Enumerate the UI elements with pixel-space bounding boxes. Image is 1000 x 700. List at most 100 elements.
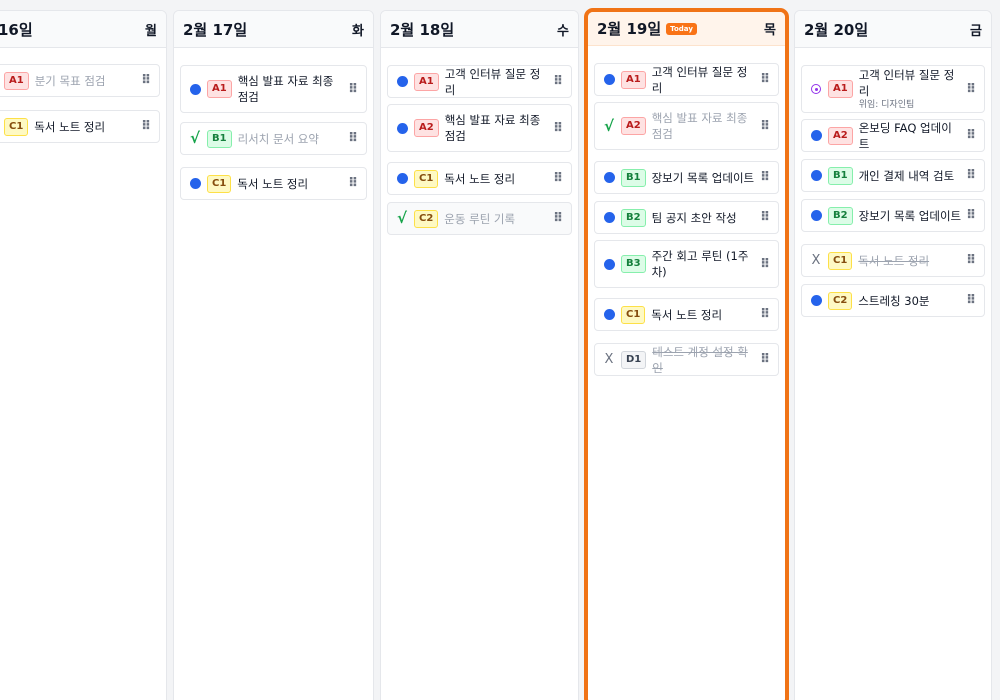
drag-handle-icon[interactable]: ⠿ [553,122,563,135]
day-header: 16일 월 [0,11,166,48]
task-title: 운동 루틴 기록 [444,211,549,227]
status-mark[interactable] [603,172,615,183]
drag-handle-icon[interactable]: ⠿ [966,254,976,267]
task-title: 핵심 발표 자료 최종 점검 [652,110,756,142]
status-mark[interactable]: √ [396,211,408,226]
day-header: 2월 19일 Today 목 [588,12,785,46]
drag-handle-icon[interactable]: ⠿ [553,172,563,185]
day-of-week: 수 [557,23,569,39]
task-title-text: 온보딩 FAQ 업데이트 [858,120,952,151]
drag-handle-icon[interactable]: ⠿ [760,211,770,224]
status-mark[interactable] [603,74,615,85]
day-of-week: 화 [352,23,364,39]
drag-handle-icon[interactable]: ⠿ [966,169,976,182]
status-mark[interactable] [189,178,201,189]
task-card[interactable]: C1 독서 노트 정리 ⠿ [0,110,160,143]
task-card[interactable]: √ C2 운동 루틴 기록 ⠿ [387,202,572,235]
task-card[interactable]: X D1 테스트 계정 설정 확인 ⠿ [594,343,779,376]
status-dot-icon [396,173,408,184]
task-card[interactable]: C1 독서 노트 정리 ⠿ [594,298,779,331]
day-of-week: 금 [970,23,982,39]
task-card[interactable]: A1 고객 인터뷰 질문 정리 위임: 디자인팀 ⠿ [801,65,985,113]
drag-handle-icon[interactable]: ⠿ [553,212,563,225]
priority-tag: A1 [207,80,232,98]
check-icon: √ [189,129,200,147]
status-dot-icon [603,74,615,85]
day-column: 16일 월 A1 분기 목표 점검 ⠿ C1 독서 노트 정리 ⠿ [0,10,167,700]
drag-handle-icon[interactable]: ⠿ [760,308,770,321]
status-mark[interactable]: X [810,254,822,267]
status-mark[interactable] [189,83,201,95]
status-dot-icon [396,76,408,87]
task-title: 독서 노트 정리 [237,176,344,192]
drag-handle-icon[interactable]: ⠿ [966,129,976,142]
task-card[interactable]: A2 온보딩 FAQ 업데이트 ⠿ [801,119,985,152]
task-card[interactable]: A1 고객 인터뷰 질문 정리 ⠿ [387,65,572,98]
status-mark[interactable] [396,76,408,87]
priority-tag: C1 [621,305,646,324]
status-dot-icon [603,212,615,223]
task-card[interactable]: A1 분기 목표 점검 ⠿ [0,64,160,97]
task-title: 고객 인터뷰 질문 정리 [445,66,549,98]
status-mark[interactable] [603,212,615,223]
priority-tag: A2 [828,126,853,145]
status-mark[interactable] [396,173,408,184]
status-mark[interactable] [810,295,822,306]
task-card[interactable]: A1 핵심 발표 자료 최종 점검 ⠿ [180,65,367,113]
task-card[interactable]: C1 독서 노트 정리 ⠿ [180,167,367,200]
status-mark[interactable] [810,170,822,181]
weekly-board: 16일 월 A1 분기 목표 점검 ⠿ C1 독서 노트 정리 ⠿ 2월 17일 화 A1 핵심 발표… [0,0,1000,700]
task-card[interactable]: A2 핵심 발표 자료 최종 점검 ⠿ [387,104,572,152]
priority-tag: A2 [621,117,646,135]
task-card[interactable]: B1 개인 결제 내역 검토 ⠿ [801,159,985,192]
priority-tag: B3 [621,255,646,273]
drag-handle-icon[interactable]: ⠿ [760,353,770,366]
status-mark[interactable]: √ [189,131,201,146]
drag-handle-icon[interactable]: ⠿ [760,73,770,86]
drag-handle-icon[interactable]: ⠿ [760,120,770,133]
task-title: 주간 회고 루틴 (1주차) [652,248,756,280]
day-of-week: 월 [145,23,157,39]
status-mark[interactable] [810,84,822,94]
drag-handle-icon[interactable]: ⠿ [966,209,976,222]
day-header: 2월 17일 화 [174,11,373,48]
drag-handle-icon[interactable]: ⠿ [966,83,976,96]
drag-handle-icon[interactable]: ⠿ [760,258,770,271]
task-card[interactable]: B1 장보기 목록 업데이트 ⠿ [594,161,779,194]
task-card[interactable]: C1 독서 노트 정리 ⠿ [387,162,572,195]
task-title-text: 고객 인터뷰 질문 정리 [444,66,541,97]
drag-handle-icon[interactable]: ⠿ [966,294,976,307]
status-mark[interactable] [396,122,408,134]
drag-handle-icon[interactable]: ⠿ [760,171,770,184]
task-card[interactable]: √ B1 리서치 문서 요약 ⠿ [180,122,367,155]
status-mark[interactable] [810,210,822,221]
status-mark[interactable]: √ [603,118,615,134]
status-mark[interactable] [603,258,615,270]
task-card[interactable]: B2 팀 공지 초안 작성 ⠿ [594,201,779,234]
priority-tag: C1 [207,174,232,193]
day-date: 2월 19일 Today [597,18,697,39]
day-date: 16일 [0,19,33,40]
task-card[interactable]: B2 장보기 목록 업데이트 ⠿ [801,199,985,232]
task-card[interactable]: A1 고객 인터뷰 질문 정리 ⠿ [594,63,779,96]
task-title-text: 운동 루틴 기록 [444,211,516,226]
task-card[interactable]: √ A2 핵심 발표 자료 최종 점검 ⠿ [594,102,779,150]
priority-tag: C1 [4,117,29,136]
task-title-text: 장보기 목록 업데이트 [651,170,755,185]
drag-handle-icon[interactable]: ⠿ [348,177,358,190]
task-card[interactable]: C2 스트레칭 30분 ⠿ [801,284,985,317]
cancel-x-icon: X [811,253,821,268]
task-title-text: 장보기 목록 업데이트 [858,208,962,223]
status-mark[interactable] [603,309,615,320]
drag-handle-icon[interactable]: ⠿ [553,75,563,88]
drag-handle-icon[interactable]: ⠿ [141,74,151,87]
drag-handle-icon[interactable]: ⠿ [348,132,358,145]
today-badge: Today [666,22,697,35]
status-dot-icon [603,309,615,320]
task-card[interactable]: B3 주간 회고 루틴 (1주차) ⠿ [594,240,779,288]
status-mark[interactable]: X [603,353,615,366]
status-mark[interactable] [810,130,822,141]
task-card[interactable]: X C1 독서 노트 정리 ⠿ [801,244,985,277]
drag-handle-icon[interactable]: ⠿ [141,120,151,133]
drag-handle-icon[interactable]: ⠿ [348,83,358,96]
